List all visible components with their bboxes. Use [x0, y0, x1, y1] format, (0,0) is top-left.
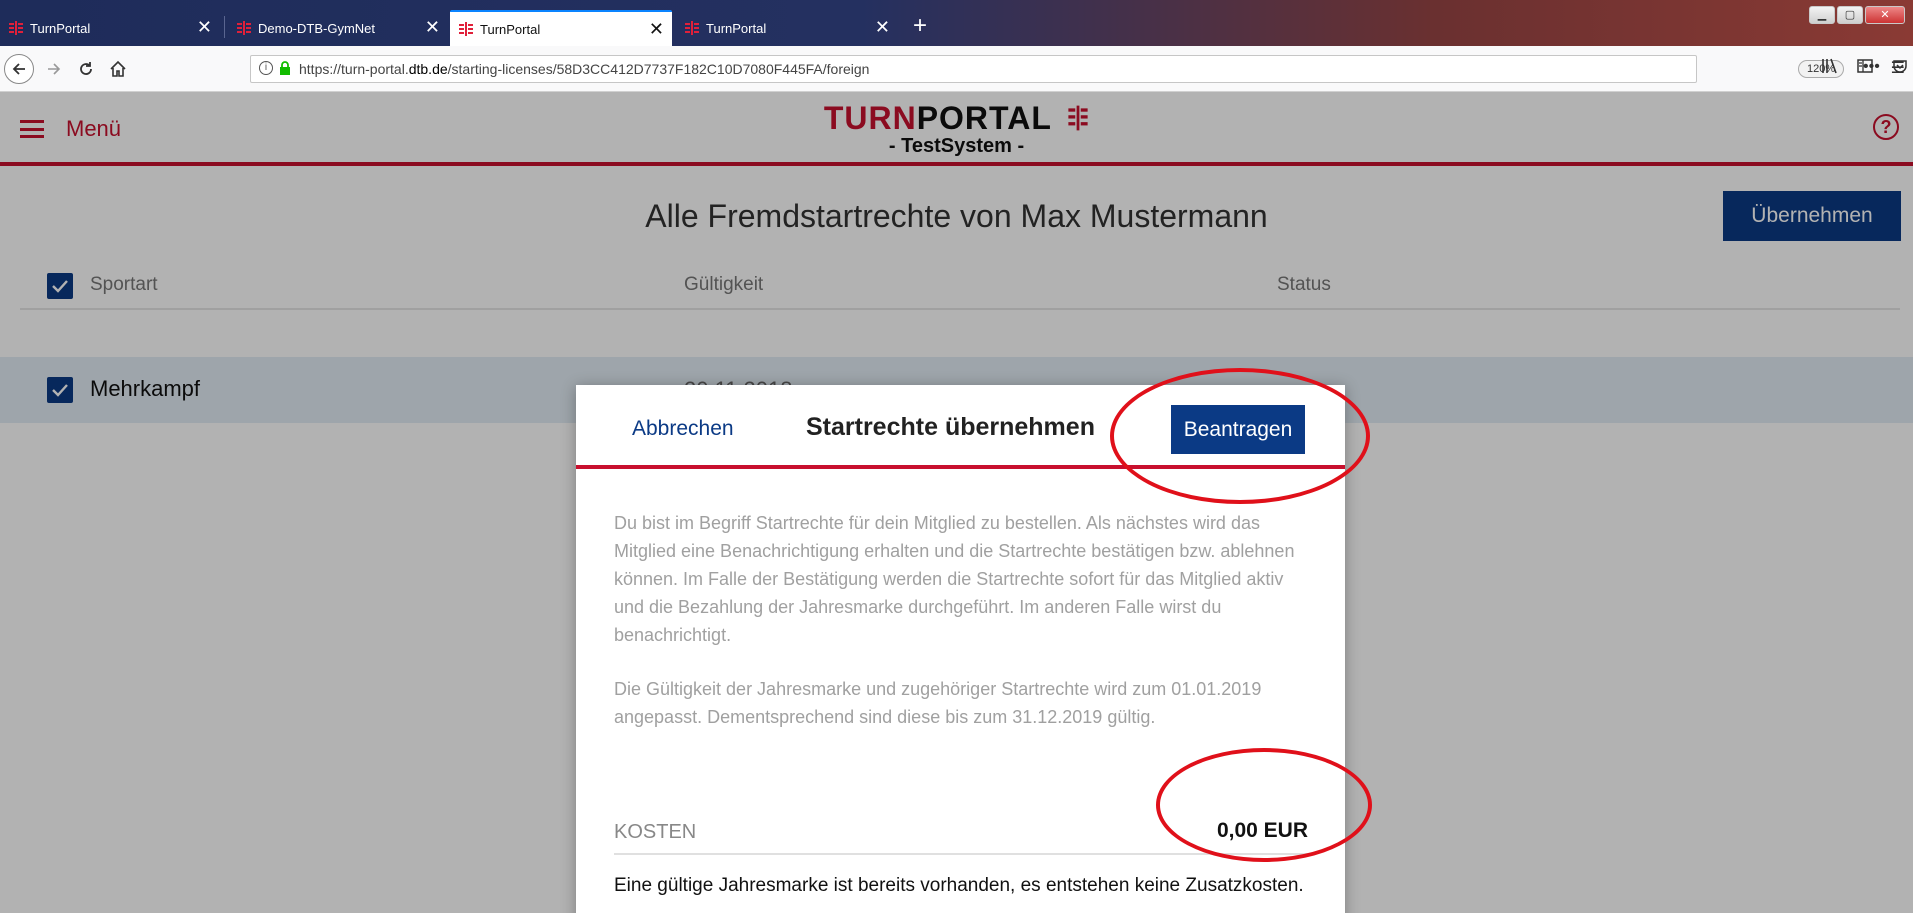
submit-request-button[interactable]: Beantragen: [1171, 405, 1305, 454]
maximize-icon[interactable]: ▢: [1837, 6, 1863, 24]
minimize-icon[interactable]: ▁: [1809, 6, 1835, 24]
site-info-icon[interactable]: i: [259, 61, 273, 75]
tab-title: TurnPortal: [706, 20, 767, 36]
forward-arrow-icon[interactable]: [40, 55, 68, 83]
modal-title: Startrechte übernehmen: [806, 413, 1095, 441]
window-controls: ▁ ▢ ✕: [1809, 6, 1905, 24]
browser-tab-1[interactable]: TurnPortal ✕: [0, 10, 220, 46]
confirm-modal: Abbrechen Startrechte übernehmen Beantra…: [576, 385, 1345, 913]
new-tab-icon[interactable]: +: [906, 12, 934, 40]
lock-icon: [279, 60, 291, 78]
browser-tab-4[interactable]: TurnPortal ✕: [676, 10, 898, 46]
cancel-link[interactable]: Abbrechen: [632, 417, 734, 441]
window-close-icon[interactable]: ✕: [1865, 6, 1905, 24]
hamburger-menu-icon[interactable]: ☰: [1891, 58, 1905, 79]
tab-title: Demo-DTB-GymNet: [258, 20, 376, 36]
tab-separator: [224, 16, 225, 38]
cost-value: 0,00 EUR: [1216, 819, 1308, 842]
dtb-logo-icon: [236, 20, 252, 36]
cost-label: KOSTEN: [614, 821, 697, 843]
dtb-logo-icon: [458, 21, 474, 37]
browser-tab-bar: TurnPortal ✕ Demo-DTB-GymNet ✕ TurnPorta…: [0, 0, 1913, 46]
sidebar-icon[interactable]: [1856, 58, 1873, 79]
page-content: Menü TURNPORTAL - TestSystem - ? Alle Fr…: [0, 92, 1913, 913]
cost-row: KOSTEN 0,00 EUR: [614, 811, 1308, 855]
close-tab-icon[interactable]: ✕: [649, 20, 664, 38]
back-arrow-icon[interactable]: [4, 54, 34, 84]
tab-title: TurnPortal: [30, 20, 91, 36]
address-bar[interactable]: i https://turn-portal. dtb.de/starting-li…: [250, 55, 1907, 83]
tab-title: TurnPortal: [480, 21, 541, 37]
reload-icon[interactable]: [72, 55, 100, 83]
close-tab-icon[interactable]: ✕: [197, 18, 212, 36]
url-path: /starting-licenses/58D3CC412D7737F182C10…: [447, 61, 870, 77]
browser-tab-2[interactable]: Demo-DTB-GymNet ✕: [228, 10, 448, 46]
close-tab-icon[interactable]: ✕: [425, 18, 440, 36]
url-domain: dtb.de: [408, 61, 448, 77]
dtb-logo-icon: [684, 20, 700, 36]
modal-body: Du bist im Begriff Startrechte für dein …: [614, 509, 1308, 731]
url-prefix: https://turn-portal.: [299, 61, 409, 77]
cost-note: Eine gültige Jahresmarke ist bereits vor…: [614, 875, 1304, 896]
browser-tab-3-active[interactable]: TurnPortal ✕: [450, 10, 672, 46]
close-tab-icon[interactable]: ✕: [875, 18, 890, 36]
browser-nav-bar: i https://turn-portal. dtb.de/starting-li…: [0, 46, 1913, 92]
dtb-logo-icon: [8, 20, 24, 36]
modal-header: Abbrechen Startrechte übernehmen Beantra…: [576, 385, 1345, 469]
library-icon[interactable]: [1821, 58, 1839, 79]
modal-paragraph-2: Die Gültigkeit der Jahresmarke und zugeh…: [614, 679, 1262, 727]
home-icon[interactable]: [104, 55, 132, 83]
browser-toolbar-right: ☰: [1821, 58, 1913, 79]
modal-paragraph-1: Du bist im Begriff Startrechte für dein …: [614, 513, 1295, 645]
